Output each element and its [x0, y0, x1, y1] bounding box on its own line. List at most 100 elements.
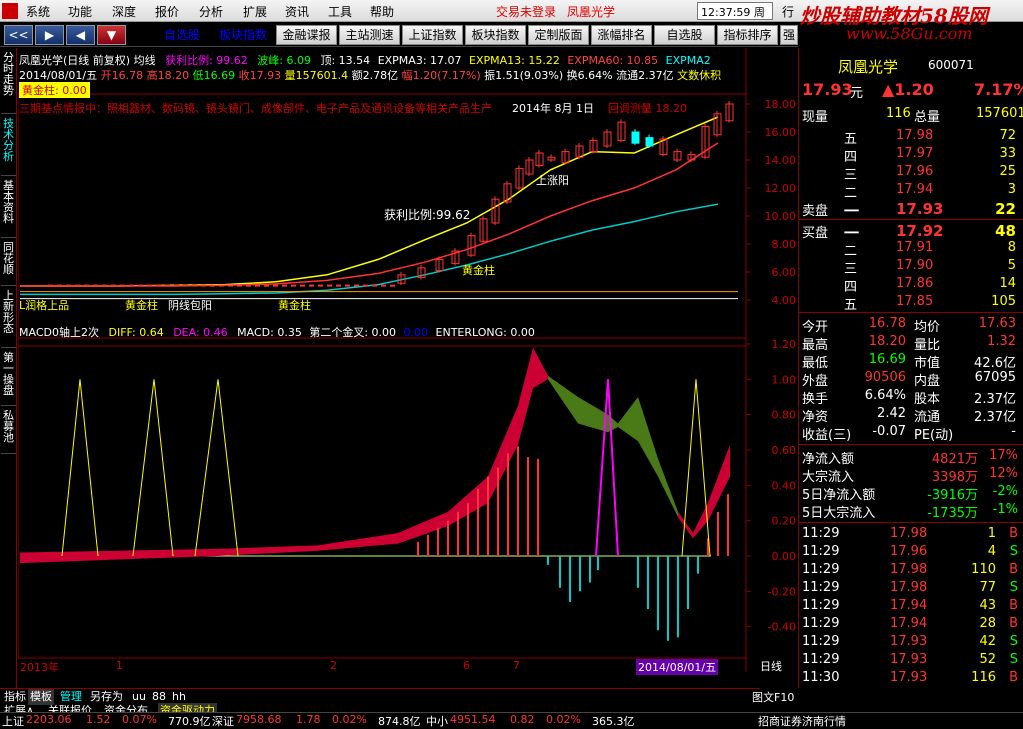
nav-first-button[interactable]: <<: [4, 25, 33, 45]
ask-row[interactable]: 四 17.97 33: [802, 146, 1020, 165]
candle-body-flat: [48, 284, 53, 287]
tab-first-trade[interactable]: 第一操盘: [1, 350, 16, 406]
app-logo-icon: [2, 3, 18, 19]
stat-row: 换手 6.64% 股本 2.37亿: [802, 388, 1020, 407]
bid-row[interactable]: 二 17.91 8: [802, 240, 1020, 259]
bid-price: 17.90: [896, 258, 934, 273]
flow-value: -3916万: [927, 488, 978, 503]
toolbar-indicator-sort-button[interactable]: 指标排序: [717, 25, 778, 45]
period-selector[interactable]: 日线: [760, 658, 782, 674]
flow-pct: -1%: [992, 502, 1018, 517]
tick-row: 11:30 17.93 116 B: [802, 670, 1020, 688]
bar-high: 高18.20: [146, 69, 190, 82]
menu-item-tools[interactable]: 工具: [328, 3, 352, 20]
bid-row[interactable]: 买盘 一 17.92 48: [802, 222, 1020, 242]
menu-item-function[interactable]: 功能: [68, 3, 92, 20]
login-status-link[interactable]: 交易未登录: [496, 3, 556, 20]
macd-ribbon: [618, 397, 678, 518]
index-name[interactable]: 上证: [2, 713, 24, 729]
bar-volume: 量157601.4: [284, 69, 349, 82]
nav-back-button[interactable]: ◀: [66, 25, 95, 45]
menu-item-news[interactable]: 资讯: [285, 3, 309, 20]
stat-key: 收益(三): [802, 428, 852, 443]
toolbar-speedtest-button[interactable]: 主站测速: [339, 25, 400, 45]
price-tick-label: 8.00: [772, 238, 797, 251]
toolbar-more-button[interactable]: 强: [780, 25, 798, 45]
candle-body-flat: [237, 284, 242, 287]
ask-level: 二: [844, 186, 858, 201]
candle-body-flat: [309, 284, 314, 287]
index-name[interactable]: 深证: [212, 713, 234, 729]
candle-body-flat: [129, 284, 134, 287]
macd-ribbon: [678, 444, 730, 539]
totalvol-label: 总量: [914, 110, 941, 125]
tick-volume: 77: [979, 580, 996, 595]
chart-canvas[interactable]: 18.0016.0014.0012.0010.008.006.004.001.2…: [18, 48, 798, 688]
toolbar-watchlist-link[interactable]: 自选股: [156, 25, 208, 45]
toolbar-watchlist-button[interactable]: 自选股: [654, 25, 715, 45]
menu-item-quote[interactable]: 报价: [155, 3, 179, 20]
toolbar-gain-rank-button[interactable]: 涨幅排名: [591, 25, 652, 45]
tick-price: 17.98: [890, 526, 928, 541]
menu-item-system[interactable]: 系统: [26, 3, 50, 20]
f10-button[interactable]: 图文F10: [750, 690, 796, 706]
expma-line-2: [20, 142, 719, 287]
tab-technical[interactable]: 技术分析: [1, 116, 16, 176]
toolbar-custom-layout-button[interactable]: 定制版面: [528, 25, 589, 45]
macd-header: MACD0轴上2次 DIFF: 0.64 DEA: 0.46 MACD: 0.3…: [19, 324, 535, 340]
candle-body-flat: [84, 284, 89, 287]
bar-open: 开16.78: [100, 69, 144, 82]
ask-row[interactable]: 卖盘 一 17.93 22: [802, 200, 1020, 220]
axis-month-2: 2: [330, 659, 337, 672]
candle-body-flat: [318, 284, 323, 287]
toolbar-sector-index-link[interactable]: 板块指数: [214, 25, 272, 45]
index-name[interactable]: 中小: [426, 713, 448, 729]
price-unit: 元: [850, 86, 864, 101]
news-ticker[interactable]: 三期基点情报中：照相器材、数码镜、镜头镜门、成像部件、电子产品及通讯设备等相关产…: [19, 100, 519, 116]
ask-row[interactable]: 二 17.94 3: [802, 182, 1020, 201]
candle-body-flat: [165, 284, 170, 287]
bid-row[interactable]: 三 17.90 5: [802, 258, 1020, 277]
flow-value: 3398万: [931, 470, 978, 485]
chart-area[interactable]: 18.00 16.00 14.00 12.00 10.00 8.00 6.00 4.00 1.2…: [18, 48, 798, 688]
nav-down-button[interactable]: ▼: [97, 25, 126, 45]
toolbar-finance-intel-button[interactable]: 金融谍报: [276, 25, 337, 45]
bid-row[interactable]: 四 17.86 14: [802, 276, 1020, 295]
bar-text: 文数休积: [677, 69, 722, 82]
bar-amplitude: 振1.51(9.03%): [484, 69, 564, 82]
tab-fundamentals[interactable]: 基本资料: [1, 178, 16, 238]
tick-volume: 42: [979, 634, 996, 649]
ask-row[interactable]: 五 17.98 72: [802, 128, 1020, 147]
candle-body-flat: [201, 284, 206, 287]
stat-row: 外盘 90506 内盘 67095: [802, 370, 1020, 389]
tick-side: B: [1009, 526, 1018, 541]
stat-value-2: 2.37亿: [974, 392, 1016, 407]
ask-row[interactable]: 三 17.96 25: [802, 164, 1020, 183]
nav-forward-button[interactable]: ▶: [35, 25, 64, 45]
menu-item-depth[interactable]: 深度: [112, 3, 136, 20]
promo-stock-link[interactable]: 凤凰光学: [567, 3, 615, 20]
toolbar-sector-index-button[interactable]: 板块指数: [465, 25, 526, 45]
menu-item-help[interactable]: 帮助: [370, 3, 394, 20]
tab-new-pattern[interactable]: 上新形态: [1, 288, 16, 348]
stat-value: 6.64%: [864, 388, 906, 403]
bid-price: 17.92: [896, 222, 944, 240]
bid-row[interactable]: 五 17.85 105: [802, 294, 1020, 313]
candle-body-flat: [264, 284, 269, 287]
bid-level: 三: [844, 262, 858, 277]
menu-item-analysis[interactable]: 分析: [199, 3, 223, 20]
tab-tonghuashun[interactable]: 同花顺: [1, 240, 16, 286]
menu-item-extend[interactable]: 扩展: [243, 3, 267, 20]
flow-pct: 17%: [989, 448, 1018, 463]
tab-intraday[interactable]: 分时走势: [1, 50, 16, 114]
trade-menu[interactable]: 行: [782, 3, 794, 20]
macd-tick-label: -0.20: [768, 585, 796, 598]
broker-name: 招商证券济南行情: [758, 715, 846, 728]
tick-row: 11:29 17.93 52 S: [802, 652, 1020, 670]
tick-time: 11:30: [802, 670, 840, 685]
bar-close: 收17.93: [238, 69, 282, 82]
tab-private-fund[interactable]: 私募池: [1, 408, 16, 454]
stat-key-2: 市值: [914, 356, 941, 371]
toolbar-sh-index-button[interactable]: 上证指数: [402, 25, 463, 45]
stat-value: 2.42: [877, 406, 906, 421]
